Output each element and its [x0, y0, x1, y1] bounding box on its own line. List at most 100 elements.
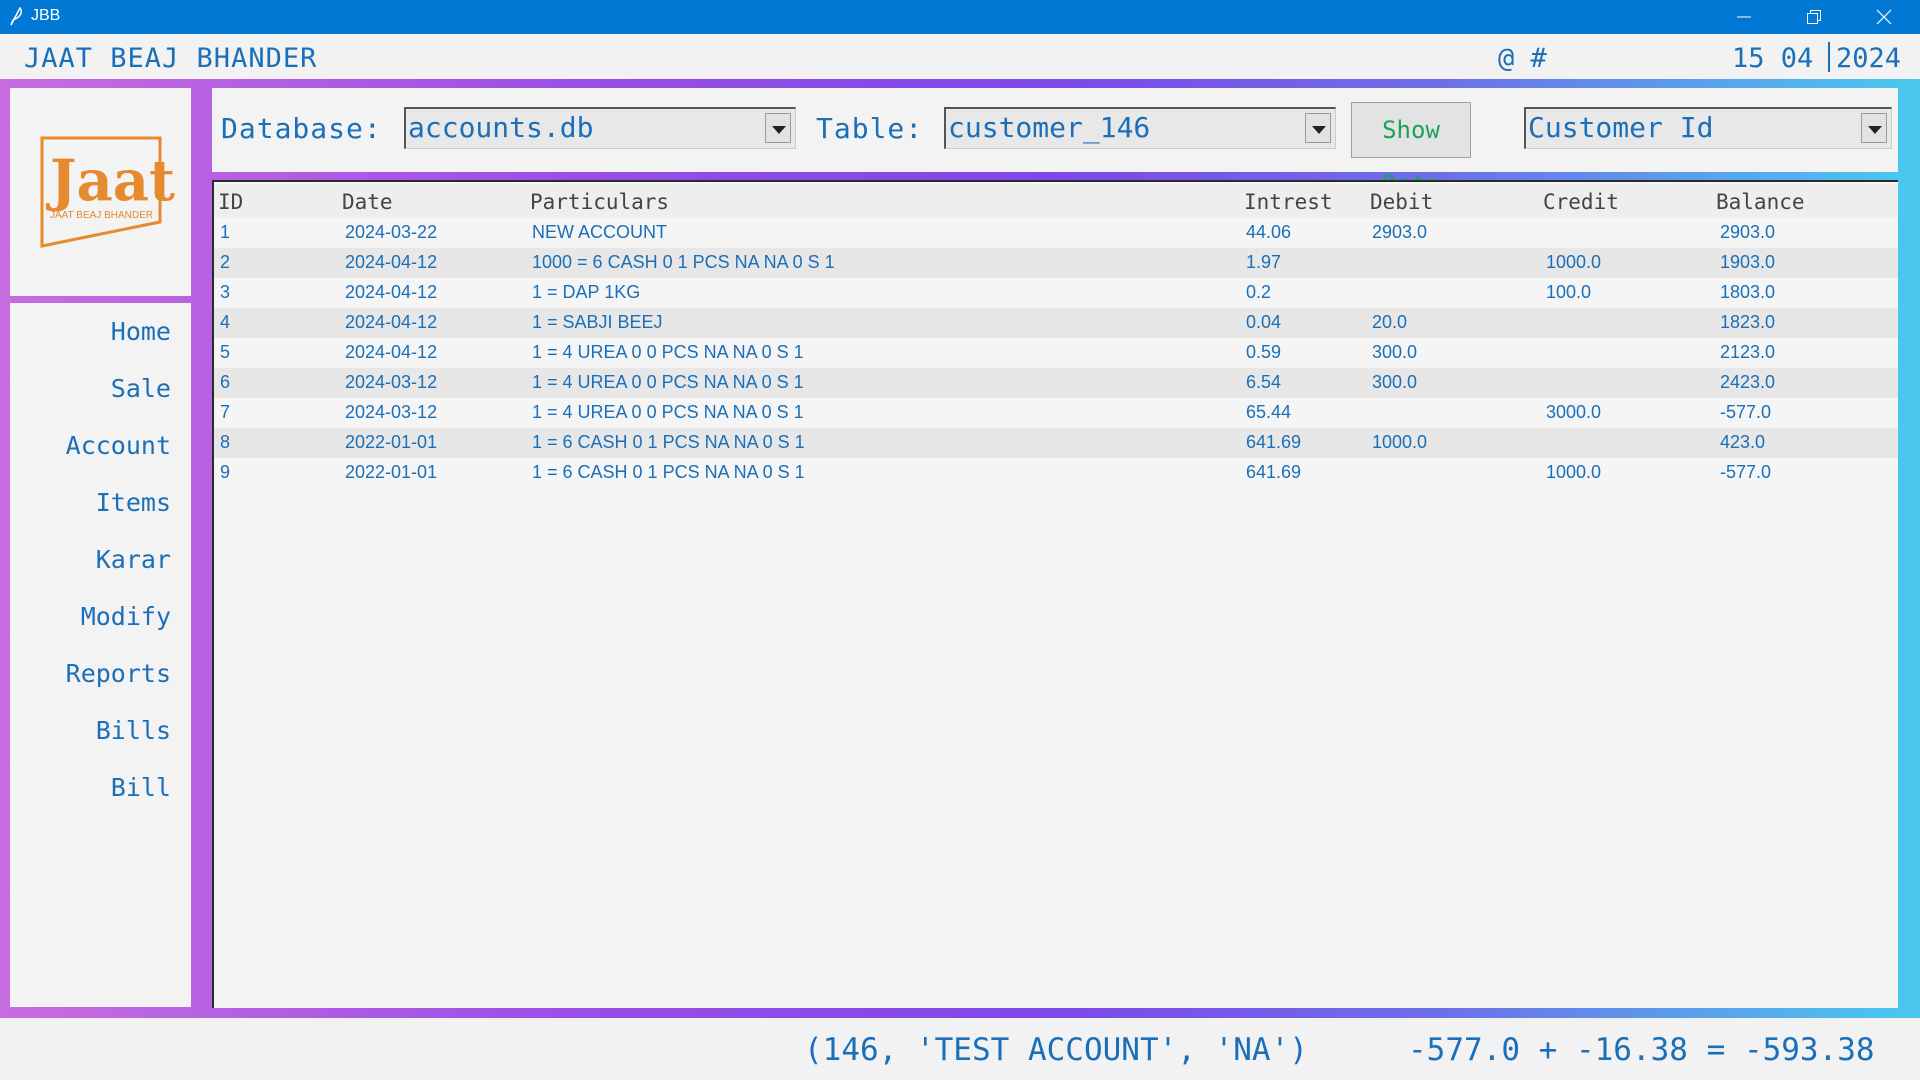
cell-balance: 2423.0: [1720, 372, 1776, 392]
minimize-icon: [1737, 16, 1751, 18]
database-select[interactable]: accounts.db: [404, 107, 796, 149]
cell-intrest: 1.97: [1246, 252, 1282, 272]
cell-credit: 1000.0: [1546, 252, 1602, 272]
logo-panel: Jaat JAAT BEAJ BHANDER: [10, 88, 191, 296]
chevron-down-icon[interactable]: [765, 113, 791, 143]
sidebar-nav: Home Sale Account Items Karar Modify Rep…: [10, 303, 191, 1007]
window-title: JBB: [31, 7, 61, 24]
nav-item-bill[interactable]: Bill: [111, 773, 171, 802]
column-header-date[interactable]: Date: [342, 190, 393, 214]
app-header: JAAT BEAJ BHANDER @ # 15 04 2024: [0, 34, 1920, 79]
table-label: Table:: [816, 112, 924, 145]
table-row[interactable]: 5 2024-04-12 1 = 4 UREA 0 0 PCS NA NA 0 S …: [214, 338, 1898, 368]
cell-particulars: 1 = 4 UREA 0 0 PCS NA NA 0 S 1: [532, 372, 804, 392]
cell-balance: 2123.0: [1720, 342, 1776, 362]
cell-date: 2022-01-01: [345, 432, 438, 452]
column-header-debit[interactable]: Debit: [1370, 190, 1433, 214]
column-header-balance[interactable]: Balance: [1716, 190, 1805, 214]
filter-select[interactable]: Customer Id: [1524, 107, 1892, 149]
table-row[interactable]: 2 2024-04-12 1000 = 6 CASH 0 1 PCS NA NA 0…: [214, 248, 1898, 278]
nav-item-home[interactable]: Home: [111, 317, 171, 346]
cell-credit: 1000.0: [1546, 462, 1602, 482]
cell-id: 3: [220, 282, 231, 302]
nav-item-account[interactable]: Account: [66, 431, 171, 460]
table-select[interactable]: customer_146: [944, 107, 1336, 149]
cell-balance: 2903.0: [1720, 222, 1776, 242]
cell-particulars: 1 = DAP 1KG: [532, 282, 641, 302]
cell-balance: 1903.0: [1720, 252, 1776, 272]
cell-date: 2024-03-12: [345, 402, 438, 422]
cell-particulars: NEW ACCOUNT: [532, 222, 667, 242]
cell-id: 9: [220, 462, 231, 482]
cell-particulars: 1 = 6 CASH 0 1 PCS NA NA 0 S 1: [532, 432, 805, 452]
logo-subtitle: JAAT BEAJ BHANDER: [50, 210, 153, 221]
restore-icon: [1807, 10, 1821, 24]
cell-particulars: 1 = 4 UREA 0 0 PCS NA NA 0 S 1: [532, 342, 804, 362]
filter-value: Customer Id: [1528, 111, 1714, 144]
cell-date: 2022-01-01: [345, 462, 438, 482]
cell-balance: -577.0: [1720, 462, 1772, 482]
cell-particulars: 1 = 4 UREA 0 0 PCS NA NA 0 S 1: [532, 402, 804, 422]
nav-item-reports[interactable]: Reports: [66, 659, 171, 688]
cell-balance: 1823.0: [1720, 312, 1776, 332]
cell-intrest: 6.54: [1246, 372, 1282, 392]
cell-particulars: 1 = SABJI BEEJ: [532, 312, 663, 332]
cell-debit: 1000.0: [1372, 432, 1428, 452]
cell-debit: 300.0: [1372, 372, 1418, 392]
cell-particulars: 1 = 6 CASH 0 1 PCS NA NA 0 S 1: [532, 462, 805, 482]
database-value: accounts.db: [408, 111, 594, 144]
restore-button[interactable]: [1780, 0, 1850, 34]
cell-id: 2: [220, 252, 231, 272]
table-header: ID Date Particulars Intrest Debit Credit…: [214, 184, 1898, 218]
cell-id: 8: [220, 432, 231, 452]
nav-item-modify[interactable]: Modify: [81, 602, 171, 631]
table-row[interactable]: 9 2022-01-01 1 = 6 CASH 0 1 PCS NA NA 0 S …: [214, 458, 1898, 488]
cell-debit: 20.0: [1372, 312, 1408, 332]
show-data-button[interactable]: Show Data: [1351, 102, 1471, 198]
header-symbols: @ #: [1498, 43, 1547, 74]
cell-date: 2024-03-22: [345, 222, 438, 242]
cell-date: 2024-04-12: [345, 312, 438, 332]
cell-intrest: 44.06: [1246, 222, 1292, 242]
cell-id: 4: [220, 312, 231, 332]
data-table[interactable]: ID Date Particulars Intrest Debit Credit…: [212, 180, 1898, 1008]
balance-summary: -577.0 + -16.38 = -593.38: [1408, 1032, 1875, 1068]
cell-particulars: 1000 = 6 CASH 0 1 PCS NA NA 0 S 1: [532, 252, 835, 272]
cell-debit: 2903.0: [1372, 222, 1428, 242]
cell-balance: 423.0: [1720, 432, 1766, 452]
nav-item-items[interactable]: Items: [96, 488, 171, 517]
column-header-intrest[interactable]: Intrest: [1244, 190, 1333, 214]
nav-item-bills[interactable]: Bills: [96, 716, 171, 745]
feather-icon: [8, 6, 24, 26]
table-row[interactable]: 1 2024-03-22 NEW ACCOUNT 44.06 2903.0 2903.0: [214, 218, 1898, 248]
cell-intrest: 0.2: [1246, 282, 1272, 302]
table-row[interactable]: 4 2024-04-12 1 = SABJI BEEJ 0.04 20.0 1823.0: [214, 308, 1898, 338]
table-row[interactable]: 3 2024-04-12 1 = DAP 1KG 0.2 100.0 1803.0: [214, 278, 1898, 308]
cell-id: 7: [220, 402, 231, 422]
table-row[interactable]: 6 2024-03-12 1 = 4 UREA 0 0 PCS NA NA 0 S …: [214, 368, 1898, 398]
cell-intrest: 641.69: [1246, 432, 1302, 452]
chevron-down-icon[interactable]: [1861, 113, 1887, 143]
cell-id: 1: [220, 222, 231, 242]
close-icon: [1876, 9, 1892, 25]
table-value: customer_146: [948, 111, 1151, 144]
cell-credit: 3000.0: [1546, 402, 1602, 422]
minimize-button[interactable]: [1710, 0, 1780, 34]
query-controls: Database: accounts.db Table: customer_14…: [212, 88, 1898, 198]
app-name: JAAT BEAJ BHANDER: [24, 43, 318, 74]
chevron-down-icon[interactable]: [1305, 113, 1331, 143]
column-header-credit[interactable]: Credit: [1543, 190, 1619, 214]
nav-item-karar[interactable]: Karar: [96, 545, 171, 574]
cell-date: 2024-03-12: [345, 372, 438, 392]
table-row[interactable]: 8 2022-01-01 1 = 6 CASH 0 1 PCS NA NA 0 S …: [214, 428, 1898, 458]
close-button[interactable]: [1850, 0, 1920, 34]
cell-intrest: 641.69: [1246, 462, 1302, 482]
cell-credit: 100.0: [1546, 282, 1592, 302]
cell-date: 2024-04-12: [345, 282, 438, 302]
date-separator: [1828, 42, 1830, 72]
database-label: Database:: [221, 112, 382, 145]
table-row[interactable]: 7 2024-03-12 1 = 4 UREA 0 0 PCS NA NA 0 S …: [214, 398, 1898, 428]
nav-item-sale[interactable]: Sale: [111, 374, 171, 403]
column-header-particulars[interactable]: Particulars: [530, 190, 669, 214]
column-header-id[interactable]: ID: [218, 190, 243, 214]
